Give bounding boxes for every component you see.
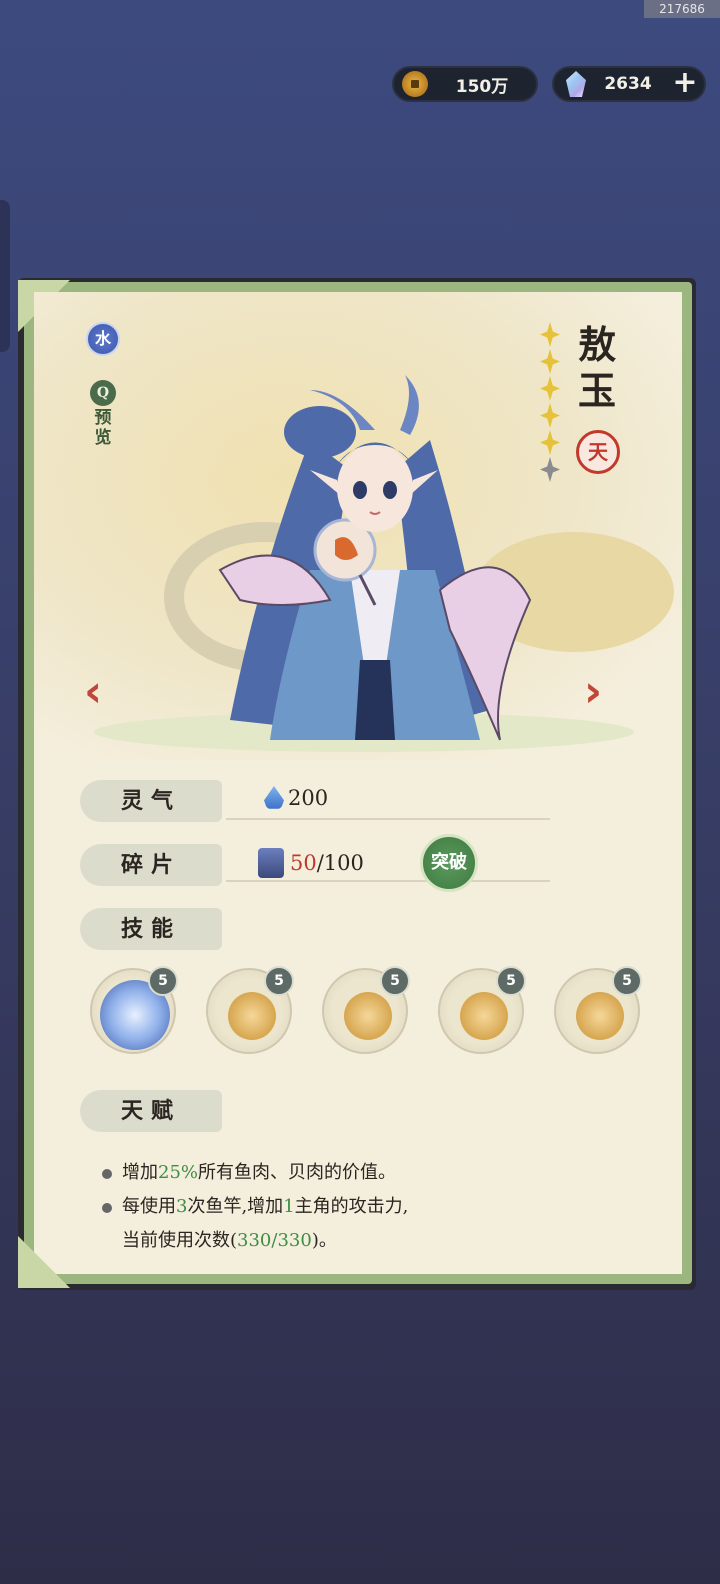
talent-item: 每使用3次鱼竿,增加1主角的攻击力, 当前使用次数(330/330)。 bbox=[102, 1190, 562, 1258]
water-element-badge: 水 bbox=[86, 322, 120, 356]
coin-counter: 150万 bbox=[392, 66, 538, 102]
hero-name: 敖玉 bbox=[577, 322, 616, 413]
next-hero-arrow[interactable]: › bbox=[584, 670, 614, 714]
skill-slot-rice[interactable]: 5 bbox=[438, 966, 526, 1054]
star-empty-icon bbox=[540, 457, 560, 482]
star-filled-icon bbox=[540, 376, 560, 401]
rank-seal-badge: 天 bbox=[576, 430, 620, 474]
side-drawer-tab[interactable] bbox=[0, 200, 10, 352]
talent-text: 每使用 bbox=[122, 1196, 176, 1217]
coin-amount: 150万 bbox=[455, 76, 509, 97]
talent-text: 主角的攻击力, bbox=[294, 1196, 409, 1217]
spirit-value: 200 bbox=[264, 786, 328, 810]
talent-item: 增加25%所有鱼肉、贝肉的价值。 bbox=[102, 1156, 562, 1190]
gem-counter: 2634 + bbox=[552, 66, 706, 102]
star-filled-icon bbox=[540, 322, 560, 347]
star-filled-icon bbox=[540, 430, 560, 455]
skill-level-badge: 5 bbox=[264, 966, 294, 996]
water-drop-icon bbox=[264, 786, 284, 809]
cat-icon bbox=[576, 992, 624, 1040]
skill-level-badge: 5 bbox=[612, 966, 642, 996]
talent-highlight: 3 bbox=[176, 1196, 188, 1217]
talent-text: 当前使用次数( bbox=[122, 1230, 238, 1251]
spirit-label: 灵气 bbox=[80, 780, 222, 822]
preview-button[interactable]: Q 预览 bbox=[86, 380, 120, 460]
gem-amount: 2634 bbox=[604, 74, 652, 94]
breakthrough-button[interactable]: 突破 bbox=[420, 834, 478, 892]
build-id-label: 217686 bbox=[644, 0, 720, 18]
basket-icon bbox=[344, 992, 392, 1040]
skill-slot-cat[interactable]: 5 bbox=[554, 966, 642, 1054]
skills-label: 技能 bbox=[80, 908, 222, 950]
fish-icon bbox=[228, 992, 276, 1040]
skill-slot-hero[interactable]: 5 bbox=[90, 966, 178, 1054]
star-filled-icon bbox=[540, 403, 560, 428]
talent-text: 所有鱼肉、贝肉的价值。 bbox=[198, 1162, 397, 1183]
star-filled-icon bbox=[540, 349, 560, 374]
shards-max: /100 bbox=[316, 851, 364, 875]
row-divider bbox=[226, 880, 550, 882]
talent-text: 次鱼竿,增加 bbox=[187, 1196, 284, 1217]
talent-highlight: 25% bbox=[158, 1162, 199, 1183]
skill-level-badge: 5 bbox=[148, 966, 178, 996]
talent-text: 增加 bbox=[122, 1162, 158, 1183]
talent-text: )。 bbox=[311, 1230, 337, 1251]
preview-icon: Q bbox=[90, 380, 116, 406]
spirit-amount: 200 bbox=[288, 786, 329, 810]
hero-portrait[interactable] bbox=[200, 370, 540, 760]
rice-ball-icon bbox=[460, 992, 508, 1040]
talent-highlight: 1 bbox=[283, 1196, 295, 1217]
skill-level-badge: 5 bbox=[380, 966, 410, 996]
previous-hero-arrow[interactable]: ‹ bbox=[84, 670, 114, 714]
hero-shard-icon bbox=[258, 848, 284, 878]
skill-slot-basket[interactable]: 5 bbox=[322, 966, 410, 1054]
talent-list: 增加25%所有鱼肉、贝肉的价值。 每使用3次鱼竿,增加1主角的攻击力, 当前使用… bbox=[102, 1156, 562, 1258]
preview-label: 预览 bbox=[94, 408, 112, 448]
talent-highlight: 330/330 bbox=[237, 1230, 312, 1251]
skill-slot-fish[interactable]: 5 bbox=[206, 966, 294, 1054]
shards-value: 50 /100 bbox=[258, 848, 364, 878]
star-rating bbox=[538, 322, 562, 486]
talent-label: 天赋 bbox=[80, 1090, 222, 1132]
gem-icon bbox=[566, 71, 586, 97]
shards-current: 50 bbox=[290, 851, 317, 875]
row-divider bbox=[226, 818, 550, 820]
skills-row: 5 5 5 5 5 bbox=[90, 966, 642, 1058]
add-gems-button[interactable]: + bbox=[670, 68, 700, 99]
skill-level-badge: 5 bbox=[496, 966, 526, 996]
shards-label: 碎片 bbox=[80, 844, 222, 886]
coin-icon bbox=[402, 71, 428, 97]
